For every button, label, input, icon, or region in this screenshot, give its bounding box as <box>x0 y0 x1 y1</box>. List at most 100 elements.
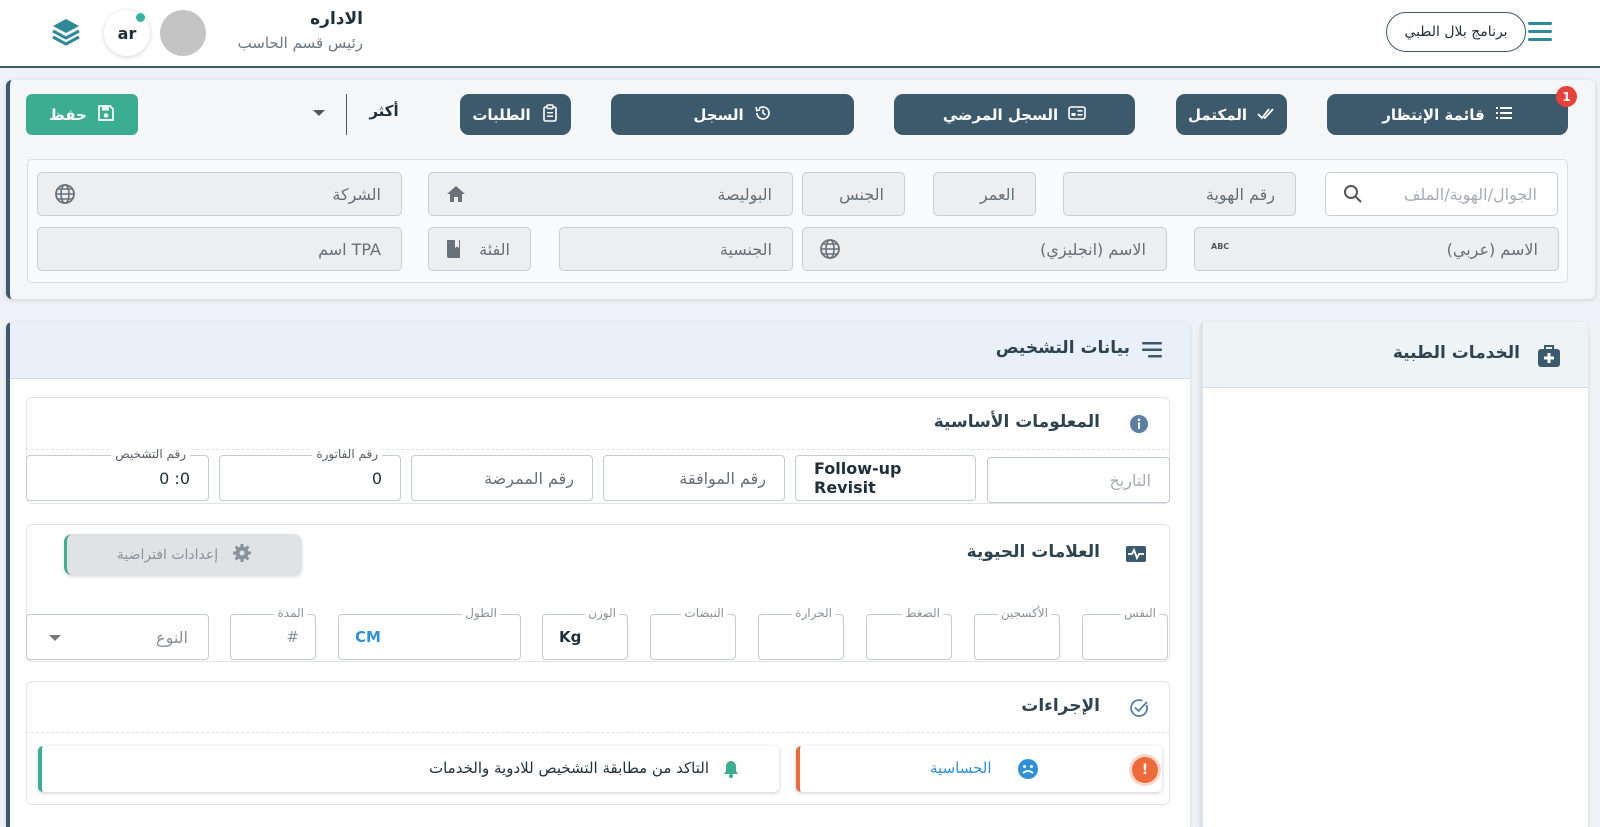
breath-input[interactable]: النفس <box>1082 606 1168 660</box>
requests-button[interactable]: الطلبات <box>460 94 571 135</box>
date-placeholder: التاريخ <box>1109 470 1151 490</box>
nationality-field[interactable]: الجنسية <box>559 227 793 271</box>
completed-label: المكتمل <box>1187 105 1248 124</box>
age-label: العمر <box>979 184 1015 204</box>
company-field[interactable]: الشركة <box>37 172 402 216</box>
invoice-number-input[interactable]: رقم الفاتورة 0 <box>219 447 401 501</box>
floppy-disk-icon <box>97 104 115 126</box>
basic-info-title: المعلومات الأساسية <box>933 412 1100 432</box>
medical-record-label: السجل المرضي <box>942 105 1059 124</box>
section-divider <box>26 449 1170 450</box>
allergy-alert[interactable]: الحساسية ! <box>796 746 1162 792</box>
visit-type-value: Follow-up Revisit <box>814 459 902 497</box>
user-name: الاداره <box>310 9 363 29</box>
avatar[interactable] <box>160 10 206 56</box>
pulse-input[interactable]: النبضات <box>650 606 736 660</box>
diagnosis-match-alert[interactable]: التاكد من مطابقة التشخيص للادوية والخدما… <box>38 746 779 792</box>
pulse-label: النبضات <box>681 606 727 620</box>
pressure-input[interactable]: الضغط <box>866 606 952 660</box>
log-button[interactable]: السجل <box>611 94 854 135</box>
category-label: الفئة <box>479 239 510 259</box>
pressure-label: الضغط <box>902 606 943 620</box>
online-status-dot <box>136 13 145 22</box>
globe-icon <box>54 183 76 205</box>
menu-icon[interactable] <box>1528 20 1554 44</box>
company-label: الشركة <box>332 184 381 204</box>
diagnosis-match-message: التاكد من مطابقة التشخيص للادوية والخدما… <box>428 759 709 777</box>
age-field[interactable]: العمر <box>933 172 1036 216</box>
allergy-face-icon <box>1016 757 1040 785</box>
more-divider <box>346 94 347 135</box>
text-lines-icon <box>1140 338 1164 362</box>
weight-input[interactable]: الوزن Kg <box>542 606 628 660</box>
list-icon <box>1495 104 1513 126</box>
arabic-name-field[interactable]: ABC الاسم (عربي) <box>1194 227 1559 271</box>
category-field[interactable]: الفئة <box>428 227 531 271</box>
log-label: السجل <box>693 105 744 124</box>
medical-record-button[interactable]: السجل المرضي <box>894 94 1135 135</box>
oxygen-label: الأكسجين <box>997 606 1051 620</box>
waiting-list-button[interactable]: قائمة الإنتظار <box>1327 94 1568 135</box>
search-input[interactable]: الجوال/الهوية/الملف <box>1325 172 1558 216</box>
section-divider <box>26 732 1170 733</box>
breath-label: النفس <box>1121 606 1159 620</box>
globe-icon <box>819 238 841 260</box>
date-input[interactable]: التاريخ <box>987 457 1170 503</box>
diagnosis-number-value: 0 :0 <box>159 468 190 488</box>
duration-input[interactable]: المدة # <box>230 606 316 660</box>
nurse-number-placeholder: رقم الممرضة <box>484 468 574 488</box>
height-input[interactable]: الطول CM <box>338 606 521 660</box>
vital-signs-title: العلامات الحيوية <box>966 542 1100 562</box>
layers-icon[interactable] <box>50 16 82 48</box>
search-placeholder: الجوال/الهوية/الملف <box>1403 184 1537 204</box>
temperature-input[interactable]: الحرارة <box>758 606 844 660</box>
type-placeholder: النوع <box>156 628 188 647</box>
gender-field[interactable]: الجنس <box>802 172 905 216</box>
invoice-number-value: 0 <box>371 468 382 488</box>
visit-type-select[interactable]: Follow-up Revisit <box>795 455 976 501</box>
id-number-label: رقم الهوية <box>1205 184 1275 204</box>
bell-icon <box>721 759 741 783</box>
book-icon <box>443 238 465 260</box>
temperature-label: الحرارة <box>792 606 835 620</box>
tpa-name-field[interactable]: اسم TPA <box>37 227 402 271</box>
height-label: الطول <box>462 606 500 620</box>
abc-icon: ABC <box>1211 242 1230 251</box>
completed-button[interactable]: المكتمل <box>1176 94 1287 135</box>
allergy-label: الحساسية <box>930 759 992 777</box>
waiting-count-badge: 1 <box>1556 86 1577 107</box>
gear-icon <box>232 543 252 567</box>
weight-label: الوزن <box>585 606 619 620</box>
id-card-icon <box>1068 104 1086 126</box>
medical-services-title: الخدمات الطبية <box>1392 343 1520 363</box>
procedures-title: الإجراءات <box>1021 696 1100 716</box>
approval-number-input[interactable]: رقم الموافقة <box>603 455 785 501</box>
search-icon <box>1342 183 1364 205</box>
nurse-number-input[interactable]: رقم الممرضة <box>411 455 593 501</box>
save-label: حفظ <box>49 105 87 124</box>
type-select[interactable]: النوع <box>26 614 209 660</box>
default-settings-button[interactable]: إعدادات افتراضية <box>64 534 302 575</box>
diagnosis-number-input[interactable]: رقم التشخيص 0 :0 <box>26 447 209 501</box>
policy-field[interactable]: البوليصة <box>428 172 793 216</box>
waiting-list-label: قائمة الإنتظار <box>1382 105 1485 124</box>
english-name-field[interactable]: الاسم (انجليزي) <box>802 227 1167 271</box>
chevron-down-icon[interactable] <box>313 110 325 116</box>
tpa-name-label: اسم TPA <box>318 239 381 259</box>
save-button[interactable]: حفظ <box>26 94 138 135</box>
requests-label: الطلبات <box>472 105 531 124</box>
home-icon <box>445 183 467 205</box>
oxygen-input[interactable]: الأكسجين <box>974 606 1060 660</box>
heartbeat-monitor-icon <box>1125 543 1147 565</box>
check-circle-icon <box>1128 697 1150 719</box>
id-number-field[interactable]: رقم الهوية <box>1063 172 1296 216</box>
duration-label: المدة <box>274 606 307 620</box>
warning-icon: ! <box>1132 757 1158 783</box>
policy-label: البوليصة <box>717 184 772 204</box>
more-menu-label[interactable]: أكثر <box>366 102 402 120</box>
invoice-number-label: رقم الفاتورة <box>312 447 382 461</box>
app-name-pill[interactable]: برنامج بلال الطبي <box>1386 12 1526 52</box>
medical-kit-icon <box>1536 343 1562 369</box>
english-name-label: الاسم (انجليزي) <box>1040 239 1146 259</box>
duration-placeholder: # <box>286 628 299 646</box>
